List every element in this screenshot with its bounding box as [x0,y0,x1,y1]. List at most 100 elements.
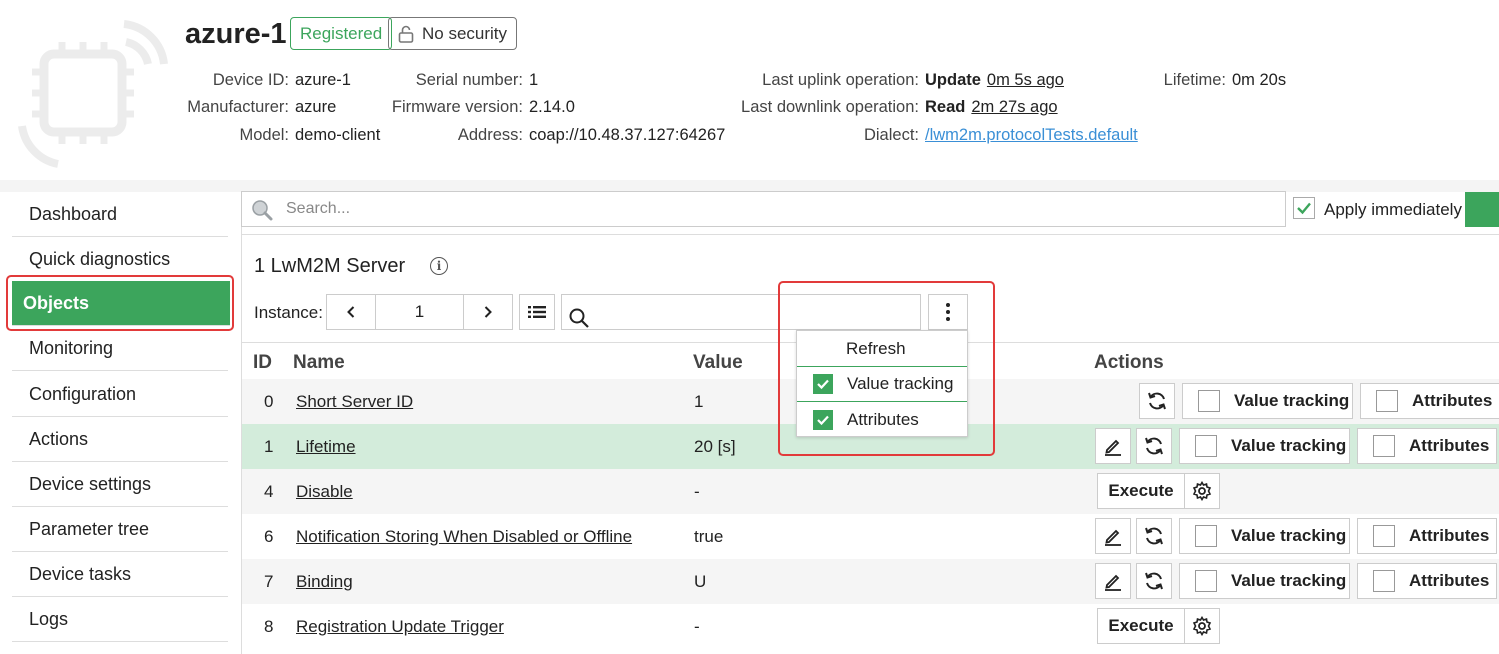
checkbox [1195,525,1217,547]
sidebar-item-logs[interactable]: Logs [12,597,228,642]
firmware-row: Firmware version: 2.14.0 [391,98,575,116]
search-input[interactable] [286,192,1276,226]
search-icon [569,308,589,328]
row-name-link[interactable]: Lifetime [296,437,356,457]
device-header: azure-1 Registered No security Device ID… [0,0,1499,180]
refresh-button[interactable] [1139,383,1175,419]
row-name-link[interactable]: Registration Update Trigger [296,617,504,637]
sidebar-item-dashboard[interactable]: Dashboard [12,192,228,237]
refresh-icon [1148,392,1166,410]
row-id: 0 [264,392,274,411]
serial-value: 1 [529,71,539,89]
instance-value[interactable]: 1 [374,295,465,329]
checkbox [1376,390,1398,412]
row-name-link[interactable]: Disable [296,482,353,502]
search-bar [241,191,1286,227]
table-row: 8 Registration Update Trigger - Execute [242,604,1499,649]
edit-button[interactable] [1095,518,1131,554]
value-tracking-toggle[interactable]: Value tracking [1179,518,1350,554]
row-name-link[interactable]: Binding [296,572,353,592]
apply-button[interactable] [1465,192,1499,227]
pencil-icon [1105,439,1121,456]
uplink-op: Update [925,71,981,89]
pencil-icon [1105,574,1121,591]
execute-settings-button[interactable] [1184,608,1220,644]
chevron-right-icon [484,306,493,318]
row-name-link[interactable]: Short Server ID [296,392,413,412]
row-id: 1 [264,437,274,456]
value-tracking-toggle[interactable]: Value tracking [1179,563,1350,599]
col-value: Value [693,352,743,373]
table-row: 4 Disable - Execute [242,469,1499,514]
manufacturer-value: azure [295,98,337,116]
device-id-value: azure-1 [295,71,351,89]
value-tracking-toggle[interactable]: Value tracking [1182,383,1353,419]
sidebar-item-parameter-tree[interactable]: Parameter tree [12,507,228,552]
execute-settings-button[interactable] [1184,473,1220,509]
address-row: Address: coap://10.48.37.127:64267 [457,126,726,144]
instance-list-button[interactable] [519,294,555,330]
sidebar-item-actions[interactable]: Actions [12,417,228,462]
sidebar-item-device-settings[interactable]: Device settings [12,462,228,507]
checkbox [1195,570,1217,592]
lifetime-value: 0m 20s [1232,71,1287,89]
pencil-icon [1105,529,1121,546]
edit-button[interactable] [1095,563,1131,599]
dialect-link[interactable]: /lwm2m.protocolTests.default [925,126,1138,144]
gear-icon [1192,616,1212,636]
row-value: 1 [694,392,704,411]
info-icon[interactable]: i [430,257,448,275]
firmware-value: 2.14.0 [529,98,575,116]
list-icon [528,306,546,318]
refresh-icon [1145,437,1163,455]
refresh-button[interactable] [1136,563,1172,599]
col-name: Name [293,352,345,373]
refresh-icon [1145,572,1163,590]
apply-immediately-checkbox[interactable] [1293,197,1315,219]
downlink-time: 2m 27s ago [971,98,1058,116]
refresh-icon [1145,527,1163,545]
uplink-time: 0m 5s ago [986,71,1064,89]
edit-button[interactable] [1095,428,1131,464]
row-id: 7 [264,572,274,591]
downlink-op: Read [925,98,966,116]
refresh-button[interactable] [1136,428,1172,464]
instance-next-button[interactable] [464,295,512,329]
sidebar-item-configuration[interactable]: Configuration [12,372,228,417]
instance-selector: 1 [326,294,513,330]
highlight-objects-outline [6,275,234,331]
chevron-left-icon [346,306,355,318]
row-name-link[interactable]: Notification Storing When Disabled or Of… [296,527,632,547]
attributes-toggle[interactable]: Attributes [1357,428,1497,464]
apply-immediately-label: Apply immediately [1324,200,1462,219]
instance-prev-button[interactable] [327,295,375,329]
attributes-toggle[interactable]: Attributes [1357,563,1497,599]
model-value: demo-client [295,126,381,144]
serial-row: Serial number: 1 [415,71,539,89]
attributes-toggle[interactable]: Attributes [1357,518,1497,554]
sidebar-item-device-tasks[interactable]: Device tasks [12,552,228,597]
execute-button[interactable]: Execute [1097,473,1185,509]
registered-badge: Registered [290,17,393,50]
col-actions: Actions [1094,352,1164,373]
attributes-toggle[interactable]: Attributes [1360,383,1499,419]
row-id: 6 [264,527,274,546]
device-chip-icon [18,20,168,168]
table-row: 7 Binding U Value tracking Attributes [242,559,1499,604]
row-value: 20 [s] [694,437,736,456]
execute-button[interactable]: Execute [1097,608,1185,644]
sidebar-item-monitoring[interactable]: Monitoring [12,326,228,371]
refresh-button[interactable] [1136,518,1172,554]
downlink-row: Last downlink operation: Read 2m 27s ago [741,98,1058,116]
col-id: ID [253,352,272,373]
dialect-row: Dialect:/lwm2m.protocolTests.default [863,126,1138,144]
model-row: Model: demo-client [239,126,381,144]
manufacturer-row: Manufacturer: azure [187,98,337,116]
checkbox [1195,435,1217,457]
checkbox [1373,435,1395,457]
table-row: 6 Notification Storing When Disabled or … [242,514,1499,559]
value-tracking-toggle[interactable]: Value tracking [1179,428,1350,464]
uplink-row: Last uplink operation: Update 0m 5s ago [762,71,1064,89]
instance-label: Instance: [254,303,323,322]
lock-open-icon [398,25,414,43]
